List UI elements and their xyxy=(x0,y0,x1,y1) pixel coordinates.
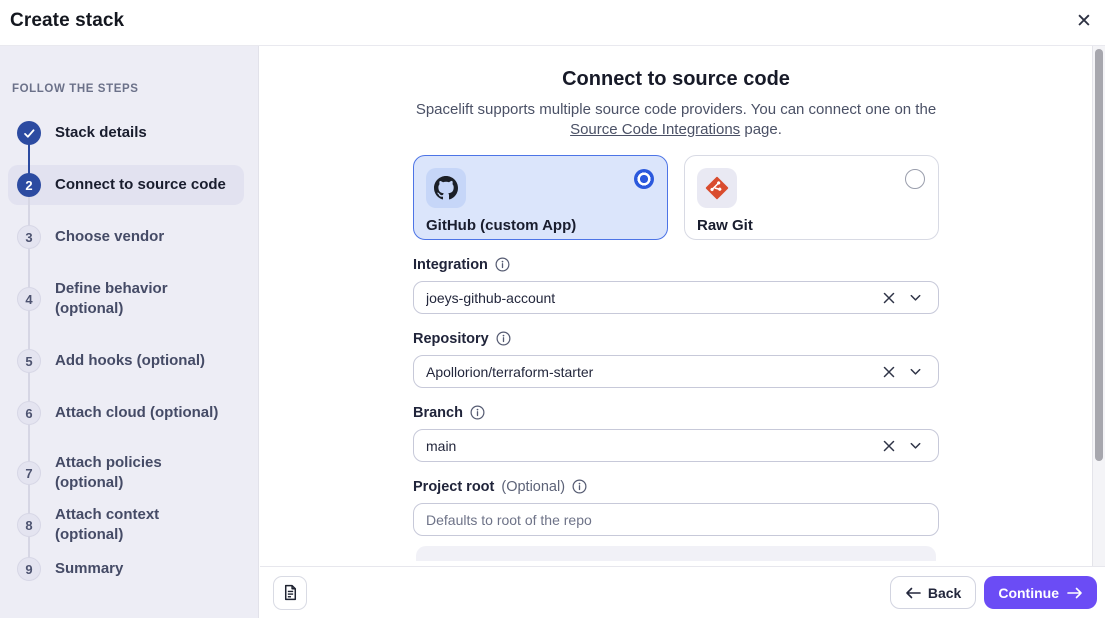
sidebar-item-add-hooks[interactable]: 5 Add hooks (optional) xyxy=(17,349,250,373)
clear-icon[interactable] xyxy=(876,433,902,459)
sidebar-item-summary[interactable]: 9 Summary xyxy=(17,557,250,581)
branch-label: Branch xyxy=(413,405,463,421)
scrollbar[interactable] xyxy=(1092,46,1105,566)
branch-select[interactable] xyxy=(413,429,939,462)
clear-icon[interactable] xyxy=(876,285,902,311)
step-label: Attach policies (optional) xyxy=(55,453,227,493)
project-root-field-group: Project root (Optional) xyxy=(413,478,939,536)
dialog-title: Create stack xyxy=(10,10,124,32)
project-root-box[interactable] xyxy=(413,503,939,536)
sidebar-item-attach-policies[interactable]: 7 Attach policies (optional) xyxy=(17,453,250,493)
create-stack-dialog: Create stack ✕ FOLLOW THE STEPS Stack de… xyxy=(0,0,1105,618)
step-check-circle xyxy=(17,121,41,145)
project-root-label: Project root xyxy=(413,479,494,495)
steps-list: Stack details 2 Connect to source code 3… xyxy=(0,46,258,618)
sidebar-item-define-behavior[interactable]: 4 Define behavior (optional) xyxy=(17,279,250,319)
provider-label: GitHub (custom App) xyxy=(426,217,655,234)
chevron-down-icon[interactable] xyxy=(902,433,928,459)
radio-selected-icon[interactable] xyxy=(634,169,654,189)
continue-button[interactable]: Continue xyxy=(984,576,1097,609)
dialog-footer: Back Continue xyxy=(260,566,1105,618)
github-icon xyxy=(434,176,458,200)
project-root-input[interactable] xyxy=(426,512,928,528)
step-label: Choose vendor xyxy=(55,227,164,247)
step-label: Add hooks (optional) xyxy=(55,351,205,371)
arrow-right-icon xyxy=(1067,587,1083,599)
step-number-circle: 5 xyxy=(17,349,41,373)
main-panel: Connect to source code Spacelift support… xyxy=(260,46,1092,566)
git-icon xyxy=(705,176,729,200)
info-icon[interactable] xyxy=(496,331,511,346)
step-number-circle: 2 xyxy=(17,173,41,197)
step-label: Define behavior (optional) xyxy=(55,279,227,319)
step-label: Attach context (optional) xyxy=(55,505,227,545)
scrollbar-thumb[interactable] xyxy=(1095,49,1103,461)
repository-input[interactable] xyxy=(426,364,876,380)
step-label: Summary xyxy=(55,559,123,579)
description-text-suffix: page. xyxy=(740,121,782,138)
source-code-integrations-link[interactable]: Source Code Integrations xyxy=(570,121,740,138)
step-number-circle: 7 xyxy=(17,461,41,485)
provider-cards: GitHub (custom App) xyxy=(413,155,939,240)
continue-button-label: Continue xyxy=(998,585,1059,601)
step-number-circle: 3 xyxy=(17,225,41,249)
repository-label: Repository xyxy=(413,331,489,347)
sidebar-item-attach-cloud[interactable]: 6 Attach cloud (optional) xyxy=(17,401,250,425)
back-button-label: Back xyxy=(928,585,961,601)
sidebar-item-connect-source[interactable]: 2 Connect to source code xyxy=(17,173,250,197)
steps-sidebar: FOLLOW THE STEPS Stack details 2 Connect… xyxy=(0,46,259,618)
step-number-circle: 6 xyxy=(17,401,41,425)
branch-field-group: Branch xyxy=(413,404,939,462)
check-icon xyxy=(23,127,36,140)
page-title: Connect to source code xyxy=(413,68,939,91)
branch-input[interactable] xyxy=(426,438,876,454)
optional-tag: (Optional) xyxy=(501,479,565,495)
sidebar-item-stack-details[interactable]: Stack details xyxy=(17,121,250,145)
close-icon[interactable]: ✕ xyxy=(1073,11,1095,33)
back-button[interactable]: Back xyxy=(890,576,976,609)
info-icon[interactable] xyxy=(495,257,510,272)
radio-unselected-icon[interactable] xyxy=(905,169,925,189)
repository-select[interactable] xyxy=(413,355,939,388)
step-number-circle: 4 xyxy=(17,287,41,311)
arrow-left-icon xyxy=(905,587,921,599)
info-icon[interactable] xyxy=(470,405,485,420)
chevron-down-icon[interactable] xyxy=(902,359,928,385)
provider-label: Raw Git xyxy=(697,217,926,234)
integration-label: Integration xyxy=(413,257,488,273)
description-text: Spacelift supports multiple source code … xyxy=(416,101,936,118)
page-description: Spacelift supports multiple source code … xyxy=(413,100,939,140)
integration-select[interactable] xyxy=(413,281,939,314)
provider-card-raw-git[interactable]: Raw Git xyxy=(684,155,939,240)
next-section-partial xyxy=(416,546,936,561)
step-label: Connect to source code xyxy=(55,175,226,195)
git-icon-tile xyxy=(697,168,737,208)
dialog-header: Create stack ✕ xyxy=(0,0,1105,46)
chevron-down-icon[interactable] xyxy=(902,285,928,311)
step-label: Attach cloud (optional) xyxy=(55,403,218,423)
step-number-circle: 8 xyxy=(17,513,41,537)
document-icon xyxy=(282,584,299,601)
provider-card-github[interactable]: GitHub (custom App) xyxy=(413,155,668,240)
integration-field-group: Integration xyxy=(413,256,939,314)
step-number-circle: 9 xyxy=(17,557,41,581)
clear-icon[interactable] xyxy=(876,359,902,385)
sidebar-item-attach-context[interactable]: 8 Attach context (optional) xyxy=(17,505,250,545)
repository-field-group: Repository xyxy=(413,330,939,388)
step-label: Stack details xyxy=(55,123,147,143)
github-icon-tile xyxy=(426,168,466,208)
document-icon-button[interactable] xyxy=(273,576,307,610)
info-icon[interactable] xyxy=(572,479,587,494)
sidebar-item-choose-vendor[interactable]: 3 Choose vendor xyxy=(17,225,250,249)
integration-input[interactable] xyxy=(426,290,876,306)
